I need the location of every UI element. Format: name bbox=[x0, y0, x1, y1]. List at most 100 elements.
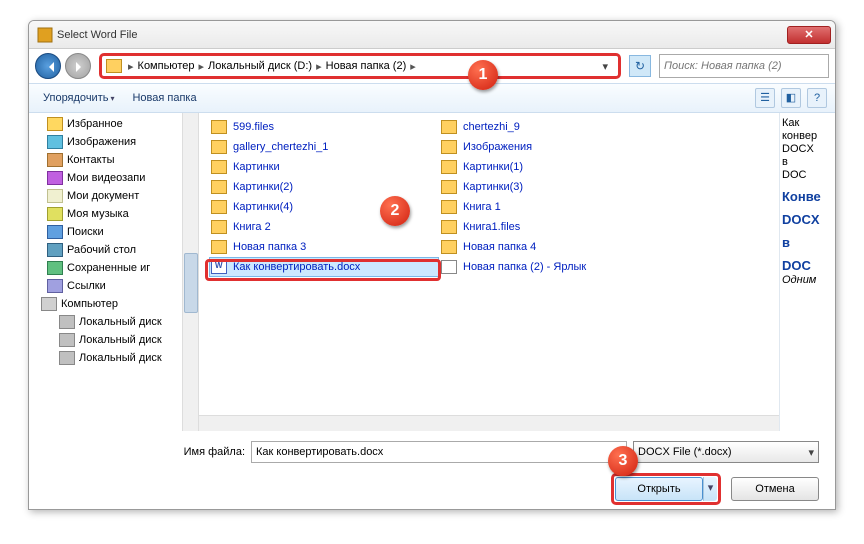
breadcrumb[interactable]: Локальный диск (D:) bbox=[206, 60, 314, 72]
mus-icon bbox=[47, 207, 63, 221]
chevron-right-icon[interactable]: ▸ bbox=[196, 60, 206, 73]
tree-label: Локальный диск bbox=[79, 334, 162, 346]
back-button[interactable] bbox=[35, 53, 61, 79]
folder-icon bbox=[211, 160, 227, 174]
folder-icon bbox=[211, 200, 227, 214]
tree-item[interactable]: Локальный диск bbox=[29, 349, 198, 367]
scrollbar-horizontal[interactable] bbox=[199, 415, 779, 431]
save-icon bbox=[47, 261, 63, 275]
help-button[interactable]: ? bbox=[807, 88, 827, 108]
tree-item[interactable]: Мои документ bbox=[29, 187, 198, 205]
tree-label: Избранное bbox=[67, 118, 123, 130]
nav-bar: ▸ Компьютер ▸ Локальный диск (D:) ▸ Нова… bbox=[29, 49, 835, 83]
filename-input[interactable] bbox=[251, 441, 627, 463]
tree-item[interactable]: Изображения bbox=[29, 133, 198, 151]
folder-icon bbox=[211, 220, 227, 234]
search-input[interactable] bbox=[659, 54, 829, 78]
scrollbar-thumb[interactable] bbox=[184, 253, 198, 313]
doc-icon bbox=[47, 189, 63, 203]
view-options-button[interactable]: ☰ bbox=[755, 88, 775, 108]
refresh-button[interactable]: ↻ bbox=[629, 55, 651, 77]
file-item[interactable]: Новая папка 4 bbox=[439, 237, 669, 257]
file-label: Картинки(2) bbox=[233, 181, 293, 193]
file-item[interactable]: Книга1.files bbox=[439, 217, 669, 237]
file-item[interactable]: gallery_chertezhi_1 bbox=[209, 137, 439, 157]
folder-icon bbox=[106, 59, 122, 73]
tree-item[interactable]: Рабочий стол bbox=[29, 241, 198, 259]
folder-icon bbox=[211, 180, 227, 194]
tree-item[interactable]: Локальный диск bbox=[29, 331, 198, 349]
tree-label: Рабочий стол bbox=[67, 244, 136, 256]
preview-pane: Как конвер DOCX в DOC Конве DOCX в DOC О… bbox=[779, 113, 835, 431]
cancel-button[interactable]: Отмена bbox=[731, 477, 819, 501]
tree-label: Сохраненные иг bbox=[67, 262, 150, 274]
tree-item[interactable]: Локальный диск bbox=[29, 313, 198, 331]
chevron-right-icon[interactable]: ▸ bbox=[126, 60, 136, 73]
file-item[interactable]: Изображения bbox=[439, 137, 669, 157]
folder-icon bbox=[441, 180, 457, 194]
file-list[interactable]: 599.filesgallery_chertezhi_1КартинкиКарт… bbox=[199, 113, 779, 431]
folder-icon bbox=[441, 140, 457, 154]
file-item[interactable]: Книга 1 bbox=[439, 197, 669, 217]
file-label: Книга 2 bbox=[233, 221, 271, 233]
toolbar: Упорядочить Новая папка ☰ ◧ ? bbox=[29, 83, 835, 113]
tree-item[interactable]: Ссылки bbox=[29, 277, 198, 295]
file-item[interactable]: Как конвертировать.docx bbox=[209, 257, 439, 277]
main-area: Избранное Изображения КонтактыМои видеозап… bbox=[29, 113, 835, 431]
annotation-highlight: Открыть ▾ bbox=[611, 473, 721, 505]
preview-pane-button[interactable]: ◧ bbox=[781, 88, 801, 108]
file-label: Новая папка (2) - Ярлык bbox=[463, 261, 586, 273]
search-icon bbox=[47, 225, 63, 239]
close-button[interactable]: ✕ bbox=[787, 26, 831, 44]
breadcrumb[interactable]: Новая папка (2) bbox=[324, 60, 409, 72]
tree-label: Компьютер bbox=[61, 298, 118, 310]
new-folder-button[interactable]: Новая папка bbox=[126, 90, 202, 106]
folder-icon bbox=[441, 220, 457, 234]
annotation-marker-3: 3 bbox=[608, 446, 638, 476]
address-bar[interactable]: ▸ Компьютер ▸ Локальный диск (D:) ▸ Нова… bbox=[99, 53, 621, 79]
file-label: 599.files bbox=[233, 121, 274, 133]
disk-icon bbox=[59, 315, 75, 329]
file-item[interactable]: Картинки bbox=[209, 157, 439, 177]
folder-icon bbox=[441, 240, 457, 254]
file-item[interactable]: Картинки(3) bbox=[439, 177, 669, 197]
file-item[interactable]: Новая папка (2) - Ярлык bbox=[439, 257, 669, 277]
tree-item[interactable]: Мои видеозапи bbox=[29, 169, 198, 187]
tree-item[interactable]: Контакты bbox=[29, 151, 198, 169]
filename-label: Имя файла: bbox=[184, 446, 245, 458]
organize-button[interactable]: Упорядочить bbox=[37, 90, 120, 106]
file-label: Картинки(4) bbox=[233, 201, 293, 213]
folder-icon bbox=[441, 200, 457, 214]
tree-label: Моя музыка bbox=[67, 208, 129, 220]
app-icon bbox=[37, 27, 53, 43]
open-button[interactable]: Открыть bbox=[615, 477, 703, 501]
file-label: Книга1.files bbox=[463, 221, 520, 233]
navigation-tree[interactable]: Избранное Изображения КонтактыМои видеозап… bbox=[29, 113, 199, 431]
scrollbar[interactable] bbox=[182, 113, 198, 431]
file-label: Книга 1 bbox=[463, 201, 501, 213]
address-dropdown[interactable]: ▾ bbox=[596, 60, 614, 73]
tree-item[interactable]: Компьютер bbox=[29, 295, 198, 313]
file-item[interactable]: Картинки(2) bbox=[209, 177, 439, 197]
tree-item[interactable]: Поиски bbox=[29, 223, 198, 241]
file-item[interactable]: chertezhi_9 bbox=[439, 117, 669, 137]
titlebar[interactable]: Select Word File ✕ bbox=[29, 21, 835, 49]
annotation-marker-1: 1 bbox=[468, 60, 498, 90]
file-item[interactable]: 599.files bbox=[209, 117, 439, 137]
chevron-right-icon[interactable]: ▸ bbox=[408, 60, 418, 73]
tree-item[interactable]: Избранное bbox=[29, 115, 198, 133]
tree-label: Ссылки bbox=[67, 280, 106, 292]
tree-label: Изображения bbox=[67, 136, 136, 148]
filetype-select[interactable]: DOCX File (*.docx) bbox=[633, 441, 819, 463]
tree-item[interactable]: Моя музыка bbox=[29, 205, 198, 223]
tree-label: Локальный диск bbox=[79, 316, 162, 328]
file-label: Как конвертировать.docx bbox=[233, 261, 360, 273]
chevron-right-icon[interactable]: ▸ bbox=[314, 60, 324, 73]
open-dropdown[interactable]: ▾ bbox=[703, 477, 717, 501]
file-item[interactable]: Новая папка 3 bbox=[209, 237, 439, 257]
tree-item[interactable]: Сохраненные иг bbox=[29, 259, 198, 277]
breadcrumb[interactable]: Компьютер bbox=[136, 60, 197, 72]
file-item[interactable]: Картинки(1) bbox=[439, 157, 669, 177]
annotation-marker-2: 2 bbox=[380, 196, 410, 226]
forward-button[interactable] bbox=[65, 53, 91, 79]
